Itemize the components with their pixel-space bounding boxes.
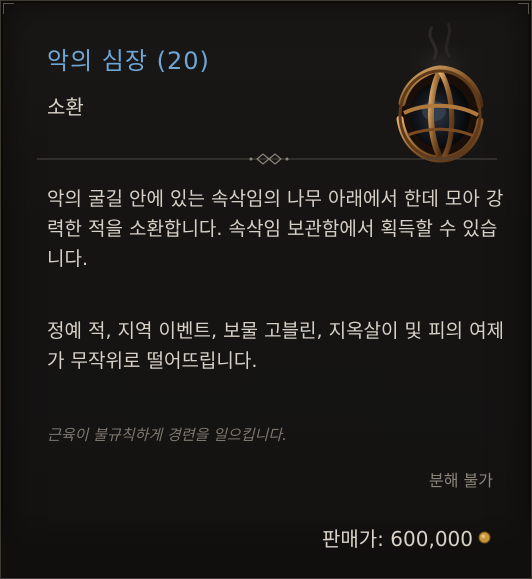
frame-corner	[3, 3, 14, 14]
item-flavor-text: 근육이 불규칙하게 경련을 일으킵니다.	[47, 426, 287, 444]
sell-price-value: 600,000	[390, 527, 473, 551]
section-divider	[37, 153, 497, 165]
salvage-status: 분해 불가	[429, 471, 493, 490]
sell-price-label: 판매가:	[321, 527, 384, 551]
item-tooltip: 악의 심장 (20) 소환 악의 굴길 안에 있는 속삭임의 나무 아래에서 한…	[0, 0, 532, 579]
frame-corner	[518, 3, 529, 14]
item-type: 소환	[47, 95, 84, 119]
item-drop-sources: 정예 적, 지역 이벤트, 보물 고블린, 지옥살이 및 피의 여제가 무작위로…	[47, 320, 505, 372]
item-description: 악의 굴길 안에 있는 속삭임의 나무 아래에서 한데 모아 강력한 적을 소환…	[47, 188, 504, 270]
gold-coin-icon	[478, 531, 491, 544]
sell-price: 판매가: 600,000	[322, 523, 473, 552]
malignant-heart-icon	[396, 23, 484, 163]
item-name: 악의 심장 (20)	[47, 47, 210, 75]
